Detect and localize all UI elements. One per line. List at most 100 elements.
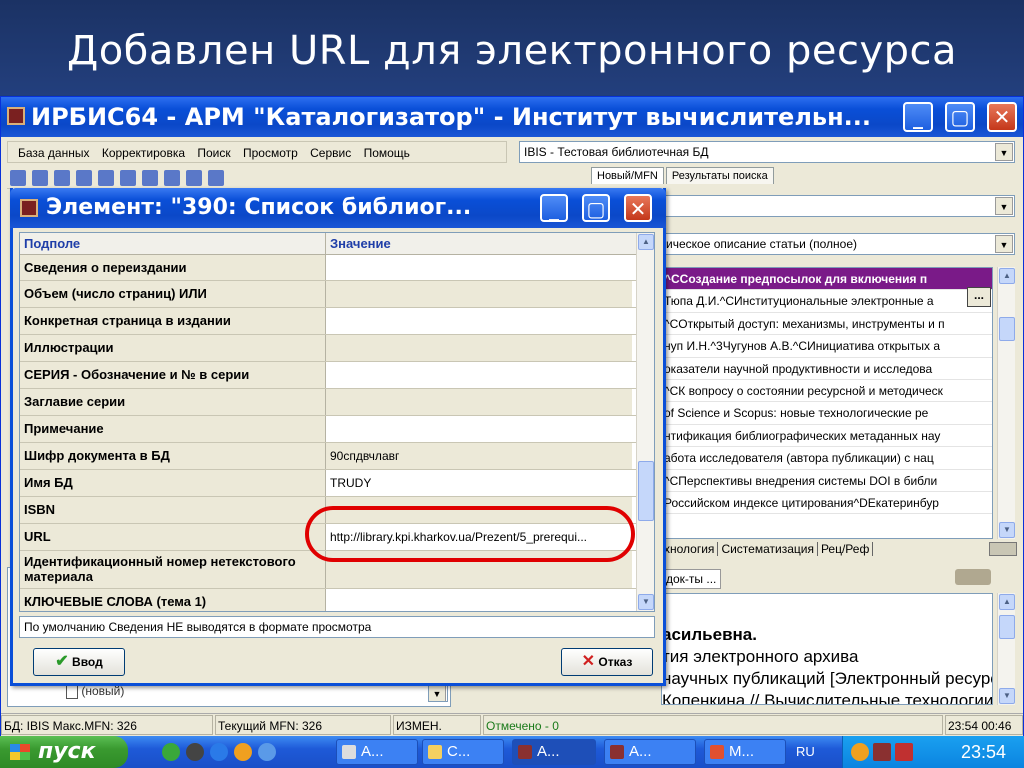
taskbar-item[interactable]: A...: [336, 739, 418, 765]
subfield-value[interactable]: 90спдвчлавг: [326, 443, 632, 469]
tab-scroll-arrows-icon[interactable]: [989, 542, 1017, 556]
table-row[interactable]: Сведения о переиздании: [20, 255, 654, 281]
preview-scrollbar[interactable]: ▲ ▼: [997, 593, 1015, 705]
new-icon[interactable]: [10, 170, 26, 186]
copy-icon[interactable]: [76, 170, 92, 186]
start-button[interactable]: пуск: [0, 736, 128, 768]
menu-search[interactable]: Поиск: [197, 146, 230, 160]
table-row[interactable]: Конкретная страница в издании: [20, 308, 654, 335]
list-item[interactable]: нтификация библиографических метаданных …: [662, 425, 992, 448]
scroll-thumb[interactable]: [999, 317, 1015, 341]
close-button[interactable]: ✕: [987, 102, 1017, 132]
grid-scrollbar[interactable]: ▲ ▼: [636, 233, 654, 611]
tree-item-label[interactable]: (новый): [81, 684, 124, 698]
scroll-down-icon[interactable]: ▼: [999, 522, 1015, 538]
taskbar-item[interactable]: A...: [512, 739, 596, 765]
dialog-close-button[interactable]: ✕: [624, 194, 652, 222]
media-icon[interactable]: [234, 743, 252, 761]
list-item[interactable]: абота исследователя (автора публикации) …: [662, 447, 992, 470]
chevron-down-icon[interactable]: ▼: [995, 143, 1013, 161]
list-item[interactable]: of Science и Scopus: новые технологическ…: [662, 402, 992, 425]
field-select[interactable]: ▼: [661, 195, 1015, 217]
mail-icon[interactable]: [258, 743, 276, 761]
menu-edit[interactable]: Корректировка: [102, 146, 185, 160]
cancel-button[interactable]: ✕ Отказ: [561, 648, 653, 676]
main-title-bar[interactable]: ИРБИС64 - АРМ "Каталогизатор" - Институт…: [1, 97, 1023, 137]
undo-icon[interactable]: [54, 170, 70, 186]
tab-search-results[interactable]: Результаты поиска: [665, 167, 774, 184]
taskbar-item[interactable]: C...: [422, 739, 504, 765]
scroll-up-icon[interactable]: ▲: [638, 234, 654, 250]
format-select[interactable]: ическое описание статьи (полное) ▼: [661, 233, 1015, 255]
taskbar-item[interactable]: M...: [704, 739, 786, 765]
scroll-down-icon[interactable]: ▼: [999, 688, 1015, 704]
delete-icon[interactable]: [208, 170, 224, 186]
minimize-button[interactable]: _: [903, 102, 933, 132]
dialog-maximize-button[interactable]: ▢: [582, 194, 610, 222]
table-row[interactable]: Имя БД TRUDY: [20, 470, 654, 497]
ellipsis-button[interactable]: ...: [967, 287, 991, 307]
quicklaunch-icon[interactable]: [162, 743, 180, 761]
table-row[interactable]: Заглавие серии: [20, 389, 654, 416]
table-row[interactable]: Объем (число страниц) ИЛИ: [20, 281, 654, 308]
list-item[interactable]: ^CПерспективы внедрения системы DOI в би…: [662, 470, 992, 492]
table-row[interactable]: КЛЮЧЕВЫЕ СЛОВА (тема 1): [20, 589, 654, 611]
tab-technology[interactable]: хнология: [661, 542, 719, 556]
tab-review[interactable]: Рец/Реф: [817, 542, 874, 556]
subfield-value[interactable]: [326, 362, 632, 388]
list-item[interactable]: ^CК вопросу о состоянии ресурсной и мето…: [662, 380, 992, 403]
tab-systematization[interactable]: Систематизация: [718, 542, 818, 556]
menu-service[interactable]: Сервис: [310, 146, 351, 160]
database-select[interactable]: IBIS - Тестовая библиотечная БД ▼: [519, 141, 1015, 163]
list-item[interactable]: Российском индексе цитирования^DЕкатерин…: [662, 492, 992, 515]
list-item[interactable]: ^CОткрытый доступ: механизмы, инструмент…: [662, 313, 992, 336]
table-row[interactable]: Примечание: [20, 416, 654, 443]
scroll-down-icon[interactable]: ▼: [638, 594, 654, 610]
menu-database[interactable]: База данных: [18, 146, 89, 160]
table-row[interactable]: СЕРИЯ - Обозначение и № в серии: [20, 362, 654, 389]
subfield-value[interactable]: [326, 335, 632, 361]
forward-icon[interactable]: [120, 170, 136, 186]
desktop-icon[interactable]: [186, 743, 204, 761]
language-indicator[interactable]: RU: [796, 744, 815, 759]
subfield-value[interactable]: [326, 589, 632, 611]
table-row[interactable]: Иллюстрации: [20, 335, 654, 362]
print-icon[interactable]: [186, 170, 202, 186]
subfield-value[interactable]: [326, 416, 632, 442]
chevron-down-icon[interactable]: ▼: [429, 684, 446, 701]
chevron-down-icon[interactable]: ▼: [995, 235, 1013, 253]
column-header-value[interactable]: Значение: [326, 233, 636, 254]
list-item[interactable]: Тюпа Д.И.^CИнституциональные электронные…: [662, 290, 992, 313]
tray-icon[interactable]: [895, 743, 913, 761]
tab-new-mfn[interactable]: Новый/MFN: [591, 167, 664, 184]
column-header-subfield[interactable]: Подполе: [20, 233, 326, 254]
dialog-title-bar[interactable]: Элемент: "390: Список библиог... _ ▢ ✕: [10, 188, 666, 228]
list-item[interactable]: нуп И.Н.^3Чугунов А.В.^CИнициатива откры…: [662, 335, 992, 358]
subfield-value[interactable]: TRUDY: [326, 470, 632, 496]
dialog-minimize-button[interactable]: _: [540, 194, 568, 222]
tray-icon[interactable]: [851, 743, 869, 761]
browser-icon[interactable]: [210, 743, 228, 761]
subfield-value[interactable]: [326, 255, 632, 280]
list-item[interactable]: ^CСоздание предпосылок для включения п: [662, 268, 992, 291]
table-icon[interactable]: [164, 170, 180, 186]
scroll-thumb[interactable]: [638, 461, 654, 521]
subfield-value[interactable]: [326, 308, 632, 334]
maximize-button[interactable]: ▢: [945, 102, 975, 132]
ok-button[interactable]: ✔ Ввод: [33, 648, 125, 676]
scroll-up-icon[interactable]: ▲: [999, 594, 1015, 610]
save-icon[interactable]: [32, 170, 48, 186]
scroll-thumb[interactable]: [999, 615, 1015, 639]
subfield-value[interactable]: [326, 389, 632, 415]
back-icon[interactable]: [98, 170, 114, 186]
taskbar-item[interactable]: A...: [604, 739, 696, 765]
export-icon[interactable]: [955, 569, 991, 585]
subfield-value[interactable]: [326, 281, 632, 307]
menu-help[interactable]: Помощь: [364, 146, 410, 160]
scroll-up-icon[interactable]: ▲: [999, 268, 1015, 284]
list-item[interactable]: оказатели научной продуктивности и иссле…: [662, 358, 992, 380]
docs-button[interactable]: док-ты ...: [661, 569, 722, 589]
table-row[interactable]: Шифр документа в БД 90спдвчлавг: [20, 443, 654, 470]
records-scrollbar[interactable]: ▲ ▼: [997, 267, 1015, 539]
menu-view[interactable]: Просмотр: [243, 146, 298, 160]
